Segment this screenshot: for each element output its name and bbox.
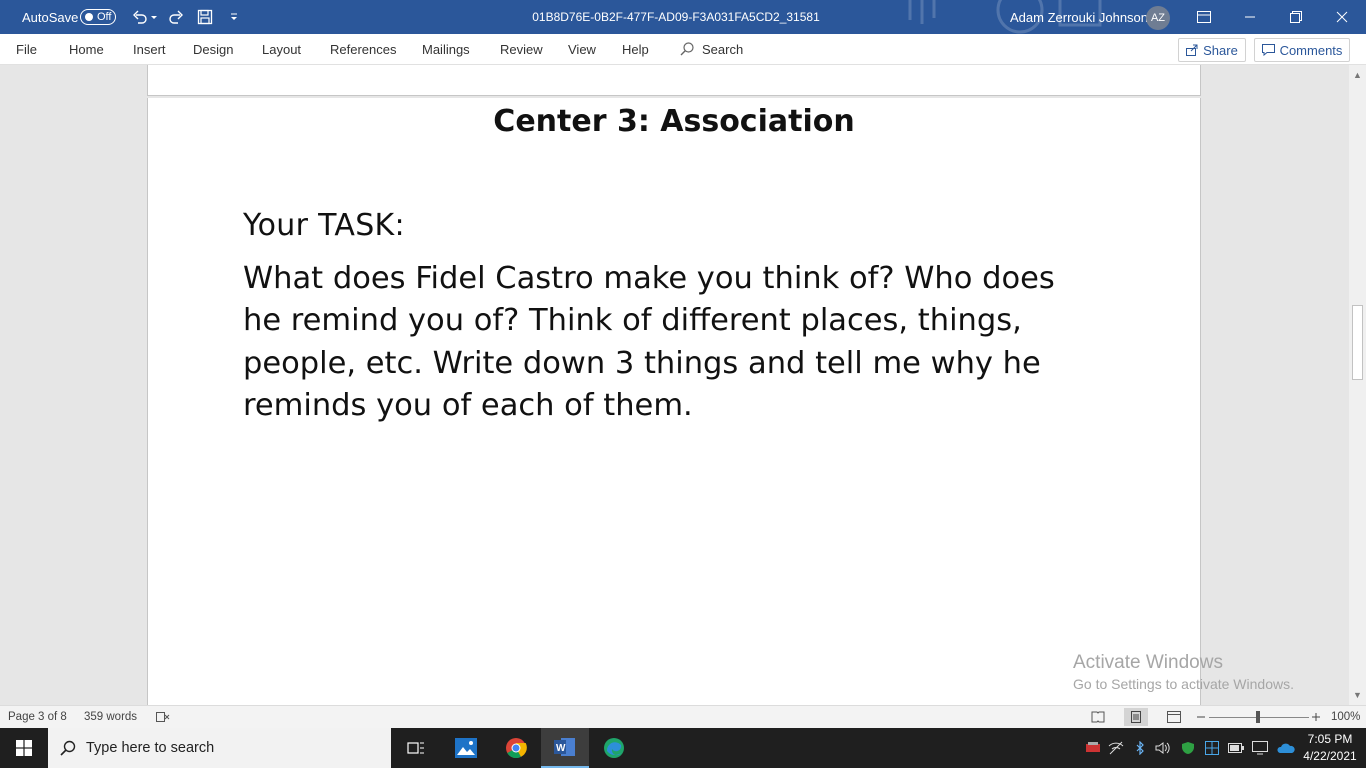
taskbar: Type here to search W 7:05 PM 4/22/2021 <box>0 728 1366 768</box>
minimize-icon[interactable] <box>1227 0 1273 34</box>
taskbar-search-placeholder: Type here to search <box>86 740 215 756</box>
task-label: Your TASK: <box>243 208 405 243</box>
windows-start-icon[interactable] <box>0 728 48 768</box>
tab-design[interactable]: Design <box>193 34 233 64</box>
tab-help[interactable]: Help <box>622 34 649 64</box>
security-shield-icon[interactable] <box>1178 728 1198 768</box>
tab-file[interactable]: File <box>16 34 37 64</box>
tray-app-icon[interactable] <box>1083 728 1103 768</box>
task-view-icon[interactable] <box>392 728 440 768</box>
zoom-level[interactable]: 100% <box>1331 706 1360 728</box>
bluetooth-icon[interactable] <box>1130 728 1150 768</box>
comments-button[interactable]: Comments <box>1254 38 1350 62</box>
edge-app-icon[interactable] <box>590 728 638 768</box>
previous-page <box>147 65 1201 96</box>
title-bar: AutoSave Off 01B8D76E-0B2F-477F-AD09-F3A… <box>0 0 1366 34</box>
activation-watermark-title: Activate Windows <box>1073 652 1223 673</box>
tab-references[interactable]: References <box>330 34 396 64</box>
activation-watermark-text: Go to Settings to activate Windows. <box>1073 676 1294 692</box>
task-body: What does Fidel Castro make you think of… <box>243 261 1055 423</box>
tab-insert[interactable]: Insert <box>133 34 166 64</box>
restore-icon[interactable] <box>1273 0 1319 34</box>
comment-icon <box>1261 44 1275 56</box>
photos-app-icon[interactable] <box>442 728 490 768</box>
share-icon <box>1186 44 1198 56</box>
status-bar: Page 3 of 8 359 words 100% <box>0 705 1366 728</box>
vertical-scrollbar[interactable]: ▲ ▼ <box>1349 65 1366 705</box>
tell-me-search[interactable]: Search <box>680 34 743 64</box>
chrome-app-icon[interactable] <box>492 728 540 768</box>
scroll-up-icon[interactable]: ▲ <box>1349 67 1366 83</box>
zoom-out-icon[interactable] <box>1196 706 1206 728</box>
zoom-slider-thumb[interactable] <box>1256 711 1260 723</box>
share-button[interactable]: Share <box>1178 38 1246 62</box>
user-name[interactable]: Adam Zerrouki Johnson <box>1010 0 1148 34</box>
scrollbar-thumb[interactable] <box>1352 305 1363 380</box>
onedrive-icon[interactable] <box>1275 728 1297 768</box>
avatar[interactable]: AZ <box>1146 6 1170 30</box>
close-icon[interactable] <box>1319 0 1365 34</box>
network-off-icon[interactable] <box>1106 728 1126 768</box>
ribbon-display-options-icon[interactable] <box>1181 0 1227 34</box>
volume-icon[interactable] <box>1153 728 1173 768</box>
page-heading: Center 3: Association <box>493 104 855 139</box>
document-page[interactable]: Center 3: Association Your TASK: What do… <box>147 98 1201 705</box>
zoom-in-icon[interactable] <box>1311 706 1321 728</box>
tab-layout[interactable]: Layout <box>262 34 301 64</box>
read-mode-icon[interactable] <box>1086 708 1110 726</box>
comments-label: Comments <box>1279 42 1343 58</box>
scroll-down-icon[interactable]: ▼ <box>1349 687 1366 703</box>
page-indicator[interactable]: Page 3 of 8 <box>8 706 67 728</box>
clock-time: 7:05 PM <box>1307 732 1353 746</box>
print-layout-icon[interactable] <box>1124 708 1148 726</box>
word-app-icon[interactable]: W <box>541 728 589 768</box>
ribbon-tabs: File Home Insert Design Layout Reference… <box>0 34 1366 65</box>
search-icon <box>60 740 76 756</box>
web-layout-icon[interactable] <box>1162 708 1186 726</box>
word-count[interactable]: 359 words <box>84 706 137 728</box>
share-label: Share <box>1203 42 1238 58</box>
svg-text:W: W <box>556 743 566 754</box>
tab-home[interactable]: Home <box>69 34 104 64</box>
document-title-text: 01B8D76E-0B2F-477F-AD09-F3A031FA5CD2_315… <box>532 10 820 24</box>
proofing-icon[interactable] <box>156 706 170 728</box>
display-icon[interactable] <box>1250 728 1270 768</box>
tab-review[interactable]: Review <box>500 34 543 64</box>
search-icon <box>680 42 694 56</box>
tray-grid-icon[interactable] <box>1202 728 1222 768</box>
document-canvas[interactable]: Center 3: Association Your TASK: What do… <box>0 65 1349 705</box>
tab-view[interactable]: View <box>568 34 596 64</box>
clock-date: 4/22/2021 <box>1303 749 1357 763</box>
search-label: Search <box>702 41 744 57</box>
battery-icon[interactable] <box>1226 728 1246 768</box>
tab-mailings[interactable]: Mailings <box>422 34 470 64</box>
system-clock[interactable]: 7:05 PM 4/22/2021 <box>1300 728 1360 768</box>
taskbar-search-input[interactable]: Type here to search <box>48 728 391 768</box>
